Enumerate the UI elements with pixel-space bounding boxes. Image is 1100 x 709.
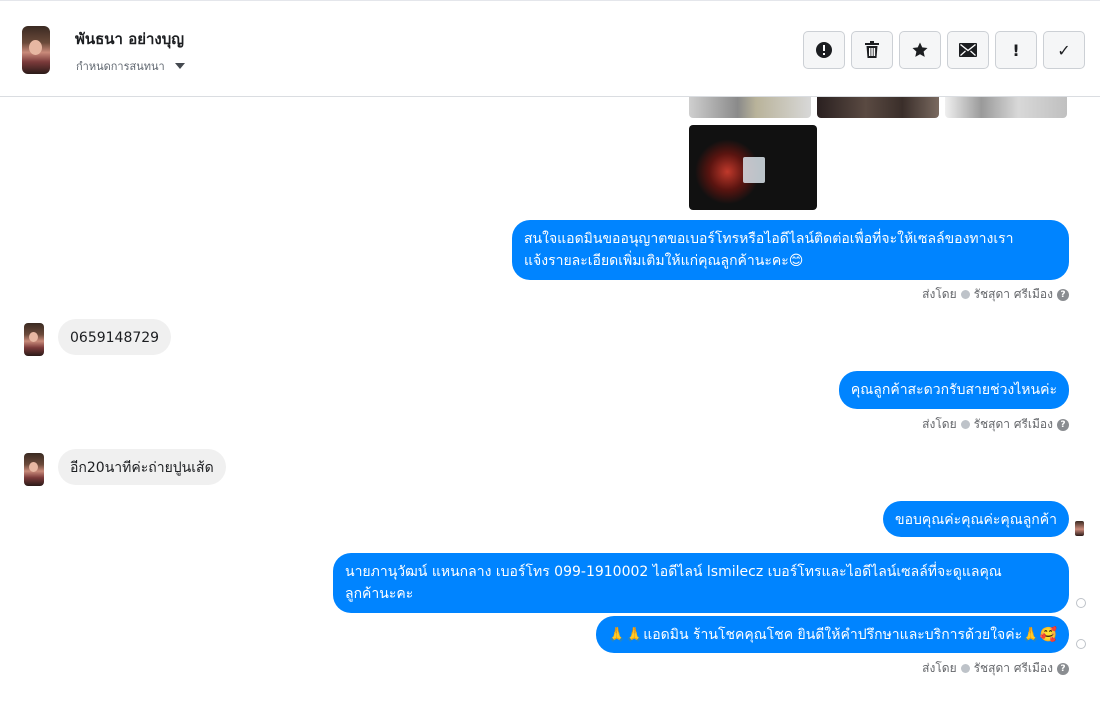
sent-by-label: ส่งโดย [922, 287, 957, 301]
incoming-message[interactable]: อีก20นาทีค่ะถ่ายปูนเส้ด [58, 449, 226, 485]
outgoing-message[interactable]: 🙏🙏แอดมิน ร้านโชคคุณโชค ยินดีให้คำปรึกษาแ… [596, 616, 1069, 653]
sender-avatar-icon [960, 420, 970, 429]
contact-avatar[interactable] [24, 453, 44, 486]
conversation-header: พันธนา อย่างบุญ กำหนดการสนทนา ! ✓ [0, 0, 1100, 97]
assign-conversation-dropdown[interactable]: กำหนดการสนทนา [76, 57, 185, 75]
outgoing-message[interactable]: สนใจแอดมินขออนุญาตขอเบอร์โทรหรือไอดีไลน์… [512, 220, 1069, 280]
alert-circle-icon [816, 42, 832, 58]
contact-avatar[interactable] [24, 323, 44, 356]
check-icon: ✓ [1057, 40, 1071, 60]
seen-avatar [1075, 521, 1084, 536]
assign-label: กำหนดการสนทนา [76, 60, 165, 73]
sent-by-label: ส่งโดย [922, 661, 957, 675]
outgoing-message[interactable]: ขอบคุณค่ะคุณค่ะคุณลูกค้า [883, 501, 1069, 537]
caret-down-icon [174, 63, 185, 69]
trash-icon [865, 41, 879, 58]
spam-button[interactable] [803, 31, 845, 69]
sender-name[interactable]: รัชสุดา ศรีเมือง [974, 415, 1053, 434]
attachment-photo[interactable] [689, 97, 811, 118]
star-icon [912, 42, 928, 57]
mark-unread-button[interactable] [947, 31, 989, 69]
envelope-icon [959, 43, 977, 57]
sent-by-meta: ส่งโดย รัชสุดา ศรีเมือง ? [922, 659, 1069, 678]
outgoing-message[interactable]: คุณลูกค้าสะดวกรับสายช่วงไหนค่ะ [838, 371, 1069, 409]
sender-name[interactable]: รัชสุดา ศรีเมือง [974, 285, 1053, 304]
sent-by-meta: ส่งโดย รัชสุดา ศรีเมือง ? [922, 415, 1069, 434]
delete-button[interactable] [851, 31, 893, 69]
attachment-photo[interactable] [689, 125, 817, 210]
attachment-photo[interactable] [945, 97, 1067, 118]
help-icon[interactable]: ? [1057, 662, 1069, 675]
attachment-photo[interactable] [817, 97, 939, 118]
conversation-toolbar: ! ✓ [803, 31, 1085, 69]
sent-by-meta: ส่งโดย รัชสุดา ศรีเมือง ? [922, 285, 1069, 304]
message-text: แจ้งรายละเอียดเพิ่มเติมให้แก่คุณลูกค้านะ… [524, 253, 804, 269]
help-icon[interactable]: ? [1057, 418, 1069, 431]
sender-name[interactable]: รัชสุดา ศรีเมือง [974, 659, 1053, 678]
outgoing-message[interactable]: นายภานุวัฒน์ แหนกลาง เบอร์โทร 099-191000… [333, 553, 1069, 613]
done-button[interactable]: ✓ [1043, 31, 1085, 69]
help-icon[interactable]: ? [1057, 288, 1069, 301]
message-thread[interactable]: สนใจแอดมินขออนุญาตขอเบอร์โทรหรือไอดีไลน์… [0, 97, 1100, 709]
sent-by-label: ส่งโดย [922, 417, 957, 431]
follow-up-button[interactable] [899, 31, 941, 69]
delivered-check-icon [1076, 639, 1086, 649]
sender-avatar-icon [960, 664, 970, 673]
message-text: สนใจแอดมินขออนุญาตขอเบอร์โทรหรือไอดีไลน์… [524, 231, 1014, 247]
exclamation-icon: ! [1012, 40, 1020, 60]
message-text: นายภานุวัฒน์ แหนกลาง เบอร์โทร 099-191000… [345, 564, 1002, 580]
message-text: ลูกค้านะคะ [345, 586, 414, 602]
contact-name[interactable]: พันธนา อย่างบุญ [75, 27, 184, 51]
contact-avatar[interactable] [22, 26, 50, 74]
sender-avatar-icon [960, 290, 970, 299]
incoming-message[interactable]: 0659148729 [58, 319, 172, 355]
priority-button[interactable]: ! [995, 31, 1037, 69]
delivered-check-icon [1076, 598, 1086, 608]
